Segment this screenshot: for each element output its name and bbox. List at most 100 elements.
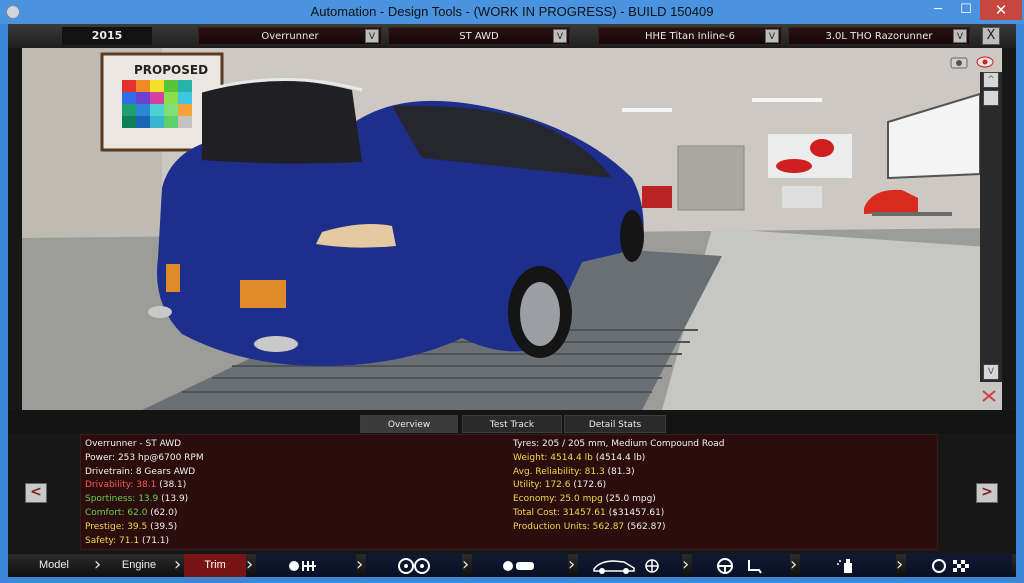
car-3d-viewport[interactable]: PROPOSED (22, 48, 1002, 410)
nav-body[interactable] (578, 554, 682, 577)
stat-label: Production Units: (513, 521, 590, 532)
stat-comfort: Comfort: 62.0 (62.0) (85, 507, 485, 521)
engine-family-dropdown-label: HHE Titan Inline-6 (645, 31, 735, 42)
ceiling-light (752, 98, 822, 102)
tab-test-track[interactable]: Test Track (462, 415, 562, 433)
nav-paint[interactable] (800, 554, 896, 577)
stat-power: Power: 253 hp@6700 RPM (85, 452, 204, 463)
spray-icon (837, 559, 852, 573)
chevron-right-icon: › (94, 554, 102, 575)
stat-label: Weight: (513, 452, 548, 463)
chevron-down-icon[interactable]: V (953, 29, 967, 43)
nav-interior[interactable] (692, 554, 790, 577)
wheels-icon (398, 558, 430, 574)
stats-left-column: Overrunner - ST AWD Power: 253 hp@6700 R… (85, 438, 485, 548)
stat-label: Safety: (85, 535, 117, 546)
stat-value: 562.87 (592, 521, 625, 532)
app-client: 2015 Overrunner V ST AWD V HHE Titan Inl… (8, 24, 1016, 577)
chevron-down-icon[interactable]: V (365, 29, 379, 43)
exhaust-pipe (148, 306, 172, 318)
stat-utility: Utility: 172.6 (172.6) (513, 479, 933, 493)
nav-model[interactable]: Model (12, 554, 96, 577)
front-wheel (620, 210, 644, 262)
stat-label: Prestige: (85, 521, 125, 532)
stat-value: 31457.61 (562, 507, 606, 518)
window-close-button[interactable]: ✕ (980, 0, 1022, 20)
stat-value: 25.0 mpg (559, 494, 603, 505)
stat-label: Sportiness: (85, 494, 136, 505)
stat-safety: Safety: 71.1 (71.1) (85, 535, 485, 549)
trim-dropdown[interactable]: ST AWD V (388, 27, 570, 45)
stat-label: Drivability: (85, 480, 134, 491)
chevron-right-icon: › (790, 554, 798, 575)
stat-label: Comfort: (85, 507, 125, 518)
close-design-button[interactable]: X (982, 27, 1000, 45)
exhaust-pipe (254, 336, 298, 352)
engine-dropdown[interactable]: 3.0L THO Razorunner V (788, 27, 970, 45)
stat-value: 62.0 (127, 507, 148, 518)
camera-icon[interactable] (950, 54, 968, 69)
stat-economy: Economy: 25.0 mpg (25.0 mpg) (513, 493, 933, 507)
red-car-sketch (810, 139, 834, 157)
chevron-right-icon: › (568, 554, 576, 575)
stats-tabs: Overview Test Track Detail Stats (8, 410, 1016, 434)
next-page-button[interactable]: > (976, 483, 998, 503)
previous-page-button[interactable]: < (25, 483, 47, 503)
stat-value: 13.9 (138, 494, 159, 505)
rear-window (202, 79, 362, 164)
stat-prestige: Prestige: 39.5 (39.5) (85, 521, 485, 535)
stat-label: Utility: (513, 480, 542, 491)
red-car-sketch (776, 159, 812, 173)
stat-value: 172.6 (544, 480, 571, 491)
stat-reference: (13.9) (161, 494, 189, 505)
window-title: Automation - Design Tools - (WORK IN PRO… (310, 4, 714, 19)
nav-test[interactable] (906, 554, 1012, 577)
scroll-thumb[interactable] (983, 90, 999, 106)
eye-icon[interactable] (976, 54, 994, 68)
stat-value: 39.5 (127, 521, 148, 532)
red-toolbox (642, 186, 672, 208)
nav-engine-bay[interactable] (472, 554, 568, 577)
engine-dropdown-label: 3.0L THO Razorunner (825, 31, 933, 42)
tail-light (240, 280, 286, 308)
nav-engine[interactable]: Engine (104, 554, 174, 577)
scroll-down-button[interactable]: V (983, 364, 999, 380)
model-dropdown[interactable]: Overrunner V (198, 27, 382, 45)
garage-scene: PROPOSED (22, 48, 1002, 410)
chevron-right-icon: › (356, 554, 364, 575)
stat-production-units: Production Units: 562.87 (562.87) (513, 521, 933, 535)
nav-chassis[interactable] (256, 554, 356, 577)
nav-wheels[interactable] (366, 554, 462, 577)
stat-label: Avg. Reliability: (513, 466, 582, 477)
stat-total-cost: Total Cost: 31457.61 ($31457.61) (513, 507, 933, 521)
engine-bay-icon (503, 561, 534, 571)
tab-overview[interactable]: Overview (360, 415, 458, 433)
chevron-down-icon[interactable]: V (765, 29, 779, 43)
workbench (782, 186, 822, 208)
stat-reference: (25.0 mpg) (605, 494, 656, 505)
stat-drivability: Drivability: 38.1 (38.1) (85, 479, 485, 493)
stat-reference: (71.1) (141, 535, 170, 546)
scroll-up-button[interactable]: ^ (983, 72, 999, 88)
chevron-down-icon[interactable]: V (553, 29, 567, 43)
zoom-scrollbar[interactable] (980, 72, 1002, 382)
chassis-icon (289, 561, 316, 571)
overview-stats-panel: Overrunner - ST AWD Power: 253 hp@6700 R… (80, 434, 938, 550)
poster-text: PROPOSED (134, 63, 208, 77)
tab-detail-stats[interactable]: Detail Stats (564, 415, 666, 433)
engine-family-dropdown[interactable]: HHE Titan Inline-6 V (598, 27, 782, 45)
stat-label: Total Cost: (513, 507, 560, 518)
chevron-right-icon: › (174, 554, 182, 575)
nav-trim[interactable]: Trim (184, 554, 246, 577)
stat-reference: (172.6) (573, 480, 607, 491)
title-bar: Automation - Design Tools - (WORK IN PRO… (0, 0, 1024, 24)
stat-weight: Weight: 4514.4 lb (4514.4 lb) (513, 452, 933, 466)
stat-reference: (39.5) (150, 521, 178, 532)
app-window: Automation - Design Tools - (WORK IN PRO… (0, 0, 1024, 583)
chevron-right-icon: › (896, 554, 904, 575)
stat-reference: (81.3) (607, 466, 635, 477)
minimize-button[interactable]: ─ (924, 0, 952, 20)
maximize-button[interactable]: ☐ (952, 0, 980, 20)
lit-floor (662, 228, 1002, 410)
reset-view-icon[interactable] (980, 388, 998, 402)
